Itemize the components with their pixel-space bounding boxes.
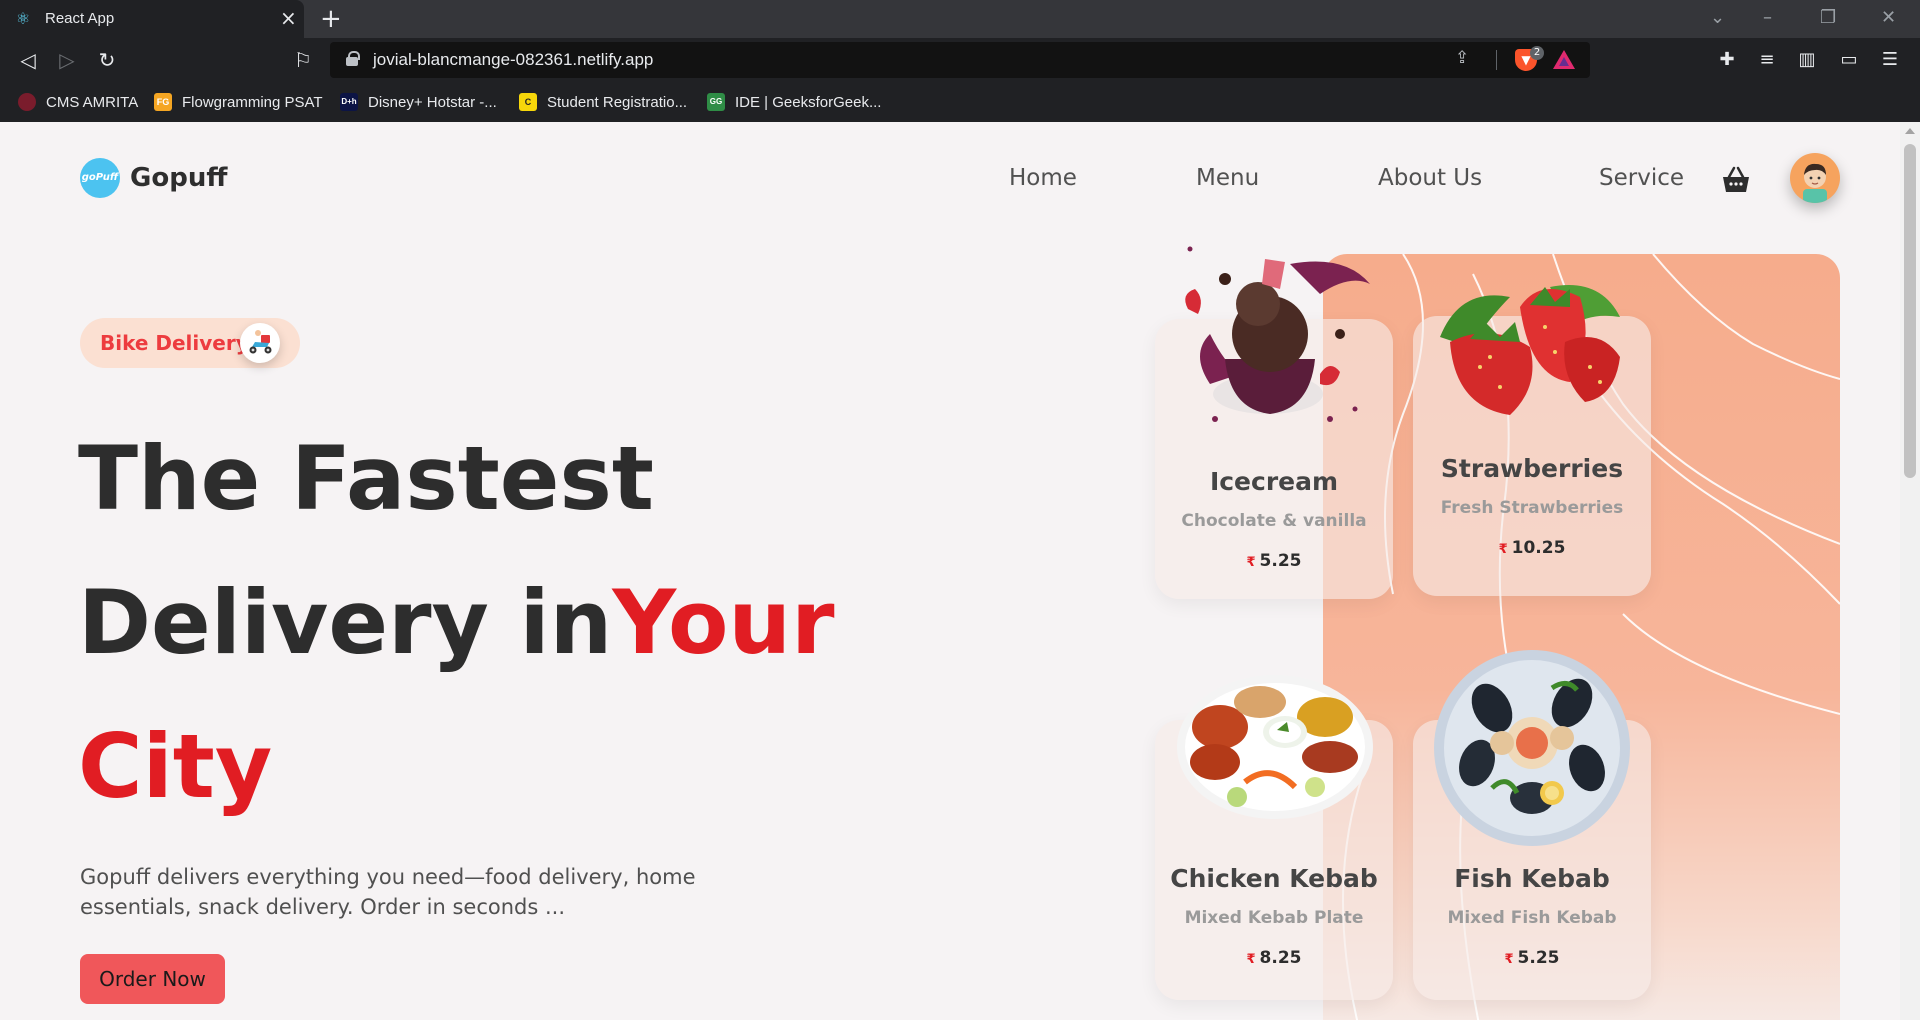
close-window-button[interactable]: ✕ — [1881, 6, 1896, 30]
close-tab-icon[interactable]: × — [280, 7, 297, 29]
card-price: ₹10.25 — [1413, 538, 1651, 558]
delivery-scooter-icon — [249, 330, 272, 354]
bookmark-label: IDE | GeeksforGeek... — [735, 93, 882, 111]
address-bar[interactable]: jovial-blancmange-082361.netlify.app ⇪ ▼… — [330, 42, 1590, 78]
bookmark-label: Student Registratio... — [547, 93, 688, 111]
scroll-thumb[interactable] — [1904, 144, 1916, 478]
card-price: ₹8.25 — [1155, 948, 1393, 968]
price-value: 10.25 — [1511, 538, 1566, 558]
card-title: Chicken Kebab — [1170, 864, 1378, 893]
price-value: 8.25 — [1259, 948, 1302, 968]
hero-your: Your — [612, 571, 835, 674]
hero-delivery-in: Delivery in — [78, 571, 613, 674]
rupee-icon: ₹ — [1246, 952, 1256, 967]
reload-icon[interactable]: ↻ — [94, 47, 120, 73]
page-viewport: goPuff Gopuff Home Menu About Us Service… — [0, 122, 1900, 1020]
geeksforgeeks-icon: GG — [707, 93, 725, 111]
card-title: Icecream — [1209, 467, 1339, 496]
nav-about-us[interactable]: About Us — [1378, 165, 1482, 191]
sidebar-icon[interactable]: ▥ — [1794, 47, 1820, 73]
new-tab-button[interactable]: + — [320, 4, 342, 34]
back-icon[interactable]: ◁ — [15, 47, 41, 73]
nav-service[interactable]: Service — [1599, 165, 1684, 191]
bookmark-icon[interactable]: ⚐ — [290, 47, 316, 73]
tab-strip: ⚛ React App × + ⌄ – ❐ ✕ — [0, 0, 1920, 38]
scroll-up-arrow-icon[interactable] — [1905, 128, 1915, 134]
rupee-icon: ₹ — [1498, 542, 1508, 557]
bookmark-cms-amrita[interactable]: CMS AMRITA — [18, 92, 138, 112]
address-divider — [1496, 50, 1497, 70]
rupee-icon: ₹ — [1504, 952, 1514, 967]
media-queue-icon[interactable]: ≡ — [1754, 47, 1780, 73]
chicken-kebab-image — [1177, 675, 1373, 819]
bookmark-flowgramming[interactable]: FG Flowgramming PSAT — [154, 92, 323, 112]
share-icon[interactable]: ⇪ — [1455, 48, 1469, 68]
brand-name: Gopuff — [130, 163, 228, 193]
bookmark-student-registration[interactable]: C Student Registratio... — [519, 92, 687, 112]
card-subtitle: Mixed Kebab Plate — [1184, 908, 1364, 928]
card-price: ₹5.25 — [1155, 551, 1393, 571]
tab-title: React App — [45, 10, 115, 27]
card-price: ₹5.25 — [1413, 948, 1651, 968]
hero-line-2: Delivery inYour — [78, 551, 834, 695]
shields-count-badge: 2 — [1530, 46, 1544, 60]
bike-delivery-badge: Bike Delivery — [80, 318, 300, 368]
gopuff-logo-icon: goPuff — [80, 158, 120, 198]
bookmark-gfg-ide[interactable]: GG IDE | GeeksforGeek... — [707, 92, 881, 112]
bookmarks-bar: CMS AMRITA FG Flowgramming PSAT D+h Disn… — [0, 82, 1920, 122]
url-text[interactable]: jovial-blancmange-082361.netlify.app — [373, 50, 653, 70]
card-subtitle: Mixed Fish Kebab — [1447, 908, 1617, 928]
flowgramming-icon: FG — [154, 93, 172, 111]
brave-rewards-icon[interactable] — [1553, 50, 1575, 69]
registration-icon: C — [519, 93, 537, 111]
bookmark-label: Flowgramming PSAT — [182, 93, 323, 111]
browser-tab[interactable]: ⚛ React App × — [0, 0, 304, 38]
restore-button[interactable]: ❐ — [1820, 6, 1836, 30]
hotstar-icon: D+h — [340, 93, 358, 111]
rupee-icon: ₹ — [1246, 555, 1256, 570]
wallet-icon[interactable]: ▭ — [1836, 47, 1862, 73]
minimize-button[interactable]: – — [1763, 6, 1772, 30]
price-value: 5.25 — [1259, 551, 1302, 571]
shopping-basket-icon[interactable] — [1721, 166, 1751, 194]
react-icon: ⚛ — [15, 9, 31, 28]
page-scrollbar[interactable] — [1900, 122, 1920, 1020]
cms-amrita-icon — [18, 93, 36, 111]
nav-menu[interactable]: Menu — [1196, 165, 1259, 191]
strawberries-image — [1440, 285, 1620, 415]
menu-icon[interactable]: ☰ — [1877, 47, 1903, 73]
tab-search-chevron-icon[interactable]: ⌄ — [1710, 6, 1725, 30]
hero-description: Gopuff delivers everything you need—food… — [80, 865, 696, 919]
lock-icon[interactable] — [346, 51, 360, 66]
forward-icon[interactable]: ▷ — [54, 47, 80, 73]
nav-home[interactable]: Home — [1009, 165, 1077, 191]
card-subtitle: Fresh Strawberries — [1440, 498, 1624, 518]
fish-kebab-image — [1434, 650, 1630, 846]
extensions-icon[interactable]: ✚ — [1714, 47, 1740, 73]
bookmark-label: CMS AMRITA — [46, 93, 139, 111]
hero-city: City — [78, 715, 273, 818]
badge-label: Bike Delivery — [100, 331, 249, 355]
avatar-icon — [1803, 163, 1827, 203]
card-title: Strawberries — [1440, 454, 1624, 483]
site-logo[interactable]: goPuff Gopuff — [80, 158, 227, 198]
card-subtitle: Chocolate & vanilla — [1181, 511, 1367, 531]
price-value: 5.25 — [1517, 948, 1560, 968]
scooter-bubble — [240, 323, 280, 363]
bookmark-label: Disney+ Hotstar -... — [368, 93, 497, 111]
bookmark-hotstar[interactable]: D+h Disney+ Hotstar -... — [340, 92, 497, 112]
order-now-button[interactable]: Order Now — [80, 954, 225, 1004]
user-avatar[interactable] — [1790, 153, 1840, 203]
icecream-image — [1185, 246, 1370, 422]
hero-line-1: The Fastest — [78, 427, 654, 530]
card-title: Fish Kebab — [1454, 864, 1610, 893]
